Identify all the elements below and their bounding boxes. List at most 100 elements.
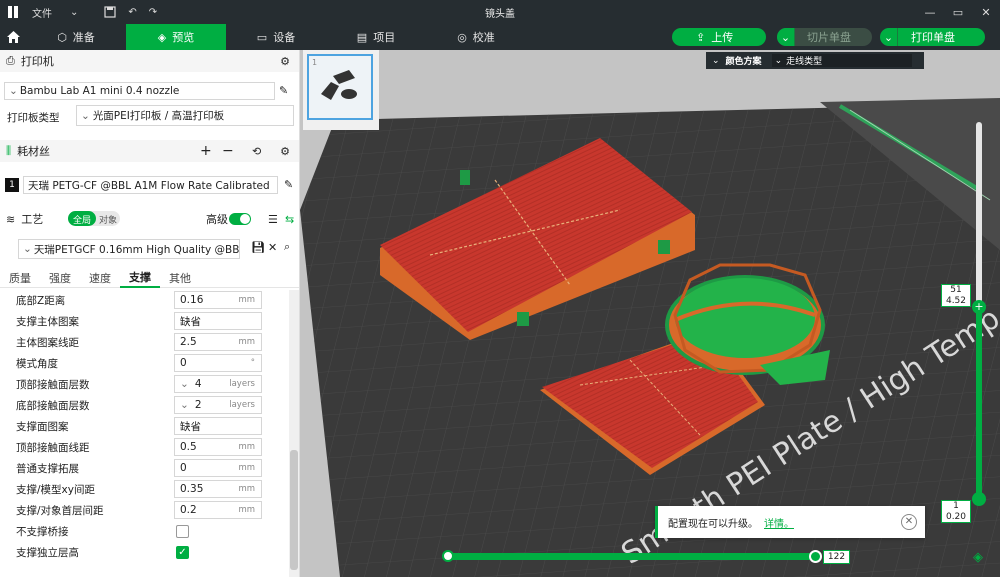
param-unit: mm xyxy=(238,505,255,515)
settings-sidebar: ⎙ 打印机 ⚙ ⌄ Bambu Lab A1 mini 0.4 nozzle ✎… xyxy=(0,50,300,577)
subtab-others[interactable]: 其他 xyxy=(160,268,200,288)
toggle-global[interactable]: 全局 xyxy=(68,211,96,226)
param-input[interactable]: 缺省 xyxy=(174,417,262,435)
global-object-toggle[interactable]: 全局 对象 xyxy=(68,211,120,226)
layer-top-number: 51 xyxy=(950,285,962,295)
param-input[interactable]: 0 mm xyxy=(174,459,262,477)
save-icon[interactable]: 💾︎ xyxy=(251,241,265,254)
notification-details-link[interactable]: 详情。 xyxy=(764,515,794,530)
param-unit: mm xyxy=(238,463,255,473)
add-filament-button[interactable]: + xyxy=(200,143,212,159)
3d-viewport[interactable]: Smooth PEI Plate / High Temp Plate xyxy=(300,50,1000,577)
param-checkbox[interactable]: ✓ xyxy=(176,546,189,559)
filament-select[interactable]: 天瑞 PETG-CF @BBL A1M Flow Rate Calibrated xyxy=(23,176,278,194)
calibration-icon: ◎ xyxy=(457,30,467,44)
param-row: 支撑/对象首层间距 0.2 mm xyxy=(0,500,290,521)
param-label: 底部接触面层数 xyxy=(16,400,90,412)
param-input[interactable]: 0.5 mm xyxy=(174,438,262,456)
remove-filament-button[interactable]: − xyxy=(222,143,234,159)
list-icon[interactable]: ☰ xyxy=(268,213,278,226)
gear-icon[interactable]: ⚙ xyxy=(280,145,290,158)
layer-top-height: 4.52 xyxy=(945,296,967,306)
undo-icon[interactable]: ↶ xyxy=(122,0,142,24)
tab-device[interactable]: ▭ 设备 xyxy=(226,24,326,50)
subtab-support[interactable]: 支撑 xyxy=(120,268,160,288)
subtab-strength[interactable]: 强度 xyxy=(40,268,80,288)
file-menu[interactable]: 文件 ⌄ xyxy=(26,0,84,24)
tab-project[interactable]: ▤ 项目 xyxy=(326,24,426,50)
subtab-quality[interactable]: 质量 xyxy=(0,268,40,288)
edit-icon[interactable]: ✎ xyxy=(279,84,288,97)
toggle-object[interactable]: 对象 xyxy=(96,211,120,226)
layer-bottom-height: 0.20 xyxy=(945,512,967,522)
document-icon: ▤ xyxy=(356,30,368,44)
move-slider-handle[interactable] xyxy=(809,550,822,563)
upload-label: 上传 xyxy=(711,31,734,44)
printer-select[interactable]: ⌄ Bambu Lab A1 mini 0.4 nozzle xyxy=(4,82,275,100)
layers-toggle-icon[interactable]: ◈ xyxy=(973,550,983,565)
gear-icon[interactable]: ⚙ xyxy=(280,55,290,68)
cube-icon: ⬡ xyxy=(57,30,67,44)
param-row: 普通支撑拓展 0 mm xyxy=(0,458,290,479)
home-icon[interactable] xyxy=(0,24,26,50)
plate-thumbnail[interactable]: 1 xyxy=(307,54,373,120)
tab-label: 准备 xyxy=(72,31,95,44)
sync-icon[interactable]: ⟲ xyxy=(252,145,261,158)
process-preset-select[interactable]: ⌄ 天瑞PETGCF 0.16mm High Quality @BB... xyxy=(18,239,240,259)
filament-section-header: ⫼ 耗材丝 + − ⟲ ⚙ xyxy=(0,140,299,162)
color-scheme-bar[interactable]: ⌄ 颜色方案 ⌄ 走线类型 xyxy=(706,52,924,69)
close-icon[interactable]: ✕ xyxy=(268,241,277,254)
param-input[interactable]: 0.16 mm xyxy=(174,291,262,309)
upload-icon: ⇪ xyxy=(696,30,706,44)
scrollbar-thumb[interactable] xyxy=(290,450,298,570)
tab-calibration[interactable]: ◎ 校准 xyxy=(426,24,526,50)
tab-prepare[interactable]: ⬡ 准备 xyxy=(26,24,126,50)
param-value: 0.16 xyxy=(180,294,204,306)
compare-icon[interactable]: ⇆ xyxy=(285,213,294,226)
param-row: 支撑/模型xy间距 0.35 mm xyxy=(0,479,290,500)
advanced-switch[interactable] xyxy=(229,213,251,225)
param-checkbox[interactable] xyxy=(176,525,189,538)
color-scheme-select[interactable]: ⌄ 走线类型 xyxy=(771,54,912,67)
param-input[interactable]: 缺省 xyxy=(174,312,262,330)
close-icon[interactable]: ✕ xyxy=(972,0,1000,24)
edit-icon[interactable]: ✎ xyxy=(284,178,293,191)
slice-plate-button[interactable]: ⌄ 切片单盘 xyxy=(777,28,872,46)
param-row: 支撑主体图案 缺省 xyxy=(0,311,290,332)
print-plate-button[interactable]: ⌄ 打印单盘 xyxy=(880,28,985,46)
close-icon[interactable]: ✕ xyxy=(901,514,917,530)
param-input[interactable]: 0.35 mm xyxy=(174,480,262,498)
param-row: 顶部接触面层数 ⌄ 4 layers xyxy=(0,374,290,395)
process-preset-value: 天瑞PETGCF 0.16mm High Quality @BB... xyxy=(33,243,240,256)
printer-icon: ⎙ xyxy=(6,54,15,67)
param-row: 不支撑桥接 xyxy=(0,521,290,542)
param-input[interactable]: ⌄ 2 layers xyxy=(174,396,262,414)
tab-label: 设备 xyxy=(273,31,296,44)
search-icon[interactable]: ⌕ xyxy=(284,240,290,254)
minimize-icon[interactable]: — xyxy=(916,0,944,24)
layer-top-handle[interactable]: + xyxy=(972,300,986,314)
tab-preview[interactable]: ◈ 预览 xyxy=(126,24,226,50)
upload-button[interactable]: ⇪ 上传 xyxy=(672,28,766,46)
subtab-speed[interactable]: 速度 xyxy=(80,268,120,288)
section-title: 打印机 xyxy=(20,55,54,68)
param-input[interactable]: ⌄ 4 layers xyxy=(174,375,262,393)
param-label: 支撑/对象首层间距 xyxy=(16,505,104,517)
param-input[interactable]: 0.2 mm xyxy=(174,501,262,519)
layer-bottom-handle[interactable] xyxy=(972,492,986,506)
chevron-down-icon[interactable]: ⌄ xyxy=(880,28,898,46)
param-input[interactable]: 0 ° xyxy=(174,354,262,372)
redo-icon[interactable]: ↷ xyxy=(143,0,163,24)
color-scheme-value: 走线类型 xyxy=(786,57,823,67)
layers-icon: ◈ xyxy=(157,30,167,44)
param-unit: mm xyxy=(238,484,255,494)
move-slider-start-handle[interactable] xyxy=(442,550,454,562)
layer-bottom-badge: 1 0.20 xyxy=(941,500,971,523)
chevron-down-icon[interactable]: ⌄ xyxy=(777,28,795,46)
sidebar-scrollbar[interactable] xyxy=(289,290,299,577)
save-icon[interactable] xyxy=(98,0,122,24)
plate-type-select[interactable]: ⌄ 光面PEI打印板 / 高温打印板 xyxy=(76,105,294,126)
maximize-icon[interactable]: ▭ xyxy=(944,0,972,24)
move-slider[interactable] xyxy=(447,553,817,560)
param-input[interactable]: 2.5 mm xyxy=(174,333,262,351)
